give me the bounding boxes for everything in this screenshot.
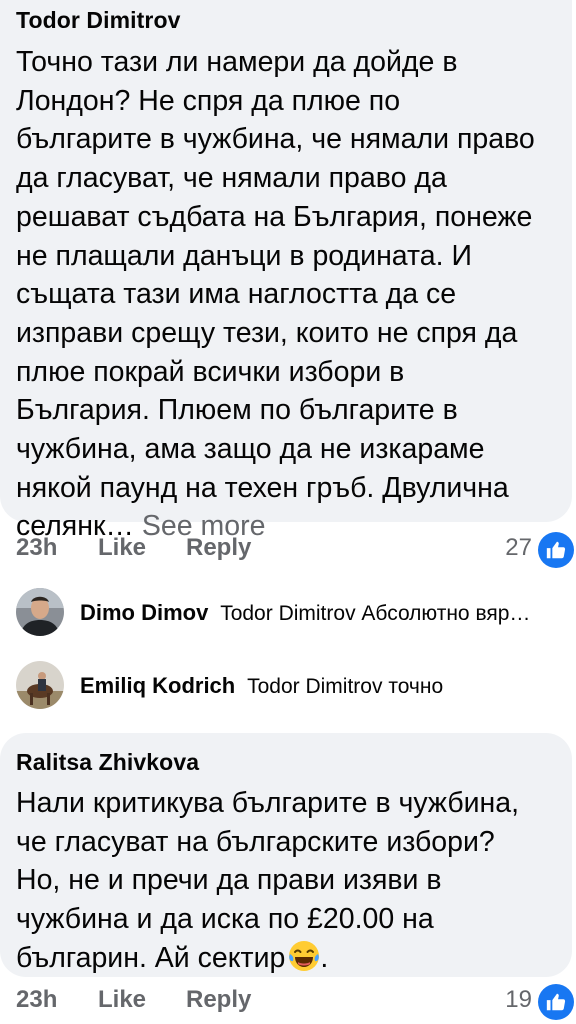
- reply-text: Dimo Dimov Todor Dimitrov Абсолютно вяр…: [80, 600, 576, 626]
- comment-actions: 23h Like Reply 19: [0, 984, 576, 1020]
- comment-text: Нали критикува българите в чужбина, че г…: [16, 784, 572, 978]
- comment-author[interactable]: Todor Dimitrov: [16, 7, 181, 34]
- reply-mention[interactable]: Todor Dimitrov: [247, 675, 382, 698]
- like-button[interactable]: Like: [98, 986, 146, 1014]
- reply-item[interactable]: Emiliq Kodrich Todor Dimitrov точно: [16, 661, 576, 711]
- laughing-crying-emoji-icon: [288, 940, 320, 972]
- comment-body: Точно тази ли намери да дойде в Лондон? …: [16, 46, 535, 543]
- comment-body-end: .: [320, 941, 329, 974]
- like-button[interactable]: Like: [98, 534, 146, 562]
- avatar[interactable]: [16, 588, 64, 636]
- reply-button[interactable]: Reply: [186, 986, 251, 1014]
- avatar[interactable]: [16, 661, 64, 709]
- comment-author[interactable]: Ralitsa Zhivkova: [16, 749, 199, 776]
- comment-timestamp[interactable]: 23h: [16, 986, 57, 1014]
- comment-text: Точно тази ли намери да дойде в Лондон? …: [16, 43, 572, 546]
- comment-actions: 23h Like Reply 27: [0, 532, 576, 568]
- reply-body: точно: [388, 675, 444, 698]
- reply-author[interactable]: Dimo Dimov: [80, 600, 208, 625]
- reply-mention[interactable]: Todor Dimitrov: [220, 602, 355, 625]
- comment-timestamp[interactable]: 23h: [16, 534, 57, 562]
- thumbs-up-icon[interactable]: [538, 532, 574, 568]
- reply-author[interactable]: Emiliq Kodrich: [80, 673, 235, 698]
- reaction-count[interactable]: 27: [505, 534, 532, 562]
- reply-text: Emiliq Kodrich Todor Dimitrov точно: [80, 673, 576, 699]
- reaction-count[interactable]: 19: [505, 986, 532, 1014]
- thumbs-up-icon[interactable]: [538, 984, 574, 1020]
- comment-body: Нали критикува българите в чужбина, че г…: [16, 787, 520, 974]
- reply-button[interactable]: Reply: [186, 534, 251, 562]
- reply-body: Абсолютно вяр…: [361, 602, 531, 625]
- reply-item[interactable]: Dimo Dimov Todor Dimitrov Абсолютно вяр…: [16, 588, 576, 638]
